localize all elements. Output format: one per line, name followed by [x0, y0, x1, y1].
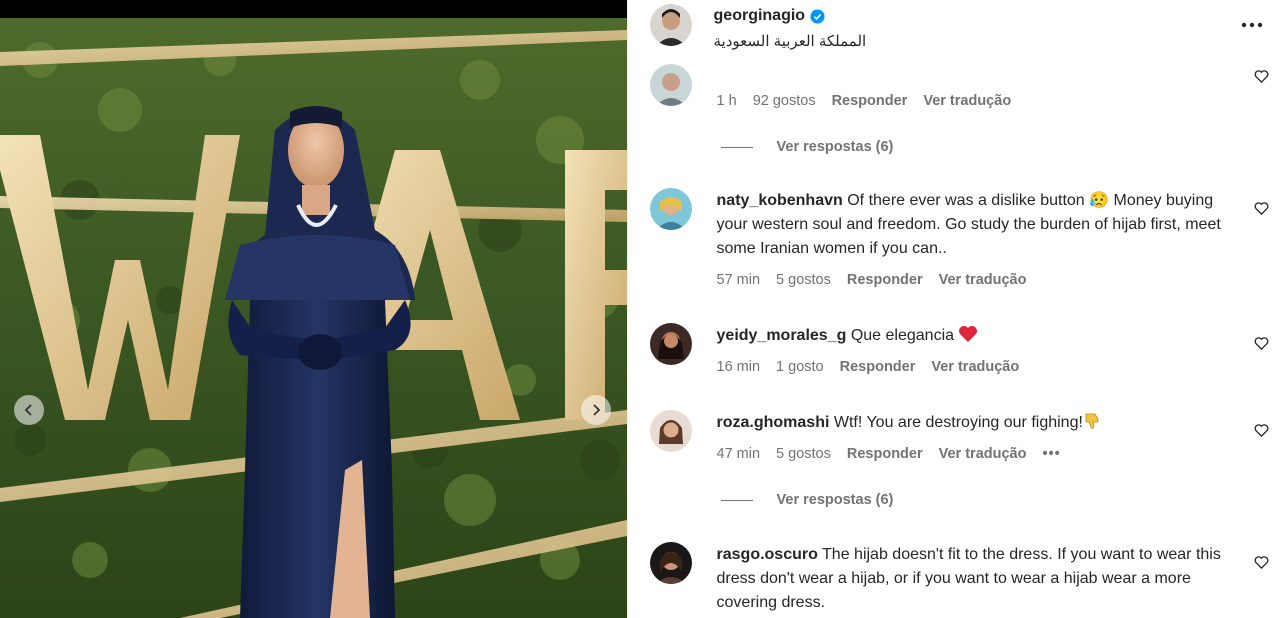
view-replies-label: Ver respostas (6)	[776, 139, 894, 155]
view-replies-button[interactable]: Ver respostas (6)	[720, 492, 894, 508]
previous-photo-button[interactable]	[14, 395, 44, 425]
replies-divider	[720, 499, 753, 501]
comment-likes[interactable]: 5 gostos	[776, 272, 831, 288]
comment-time[interactable]: 16 min	[717, 359, 761, 375]
commenter-avatar[interactable]	[649, 64, 692, 106]
comment-body: rasgo.oscuro The hijab doesn't fit to th…	[717, 543, 1237, 615]
like-heart-icon[interactable]	[1254, 201, 1269, 216]
view-replies-button[interactable]: Ver respostas (6)	[720, 139, 894, 155]
verified-badge-icon	[810, 8, 825, 24]
commenter-avatar[interactable]	[649, 323, 692, 365]
comments-panel: georginagio المملكة العربية السعودية ـ ـ…	[626, 0, 1280, 618]
comment-text: ـ ـ ـ ـ ـ ـ ـ ـ ـ ـ ـ ـ ـ ـ	[716, 67, 840, 76]
commenter-avatar[interactable]	[649, 188, 692, 230]
commenter-username[interactable]: rasgo.oscuro	[717, 546, 818, 563]
comment-meta: 16 min 1 gosto Responder Ver tradução	[717, 359, 1036, 375]
more-options-icon[interactable]	[1238, 16, 1266, 34]
comment-meta: 57 min 5 gostos Responder Ver tradução	[717, 272, 1043, 288]
like-heart-icon[interactable]	[1254, 336, 1269, 351]
comment-meta: 1 h 92 gostos Responder Ver tradução	[717, 93, 1028, 109]
reply-button[interactable]: Responder	[847, 446, 923, 462]
next-photo-button[interactable]	[581, 395, 611, 425]
comment-meta: 47 min 5 gostos Responder Ver tradução •…	[717, 446, 1077, 462]
comment-time[interactable]: 57 min	[717, 272, 761, 288]
comment-body: yeidy_morales_g Que elegancia	[717, 324, 1237, 348]
commenter-username[interactable]: yeidy_morales_g	[717, 327, 847, 344]
commenter-avatar[interactable]	[649, 410, 692, 452]
commenter-avatar[interactable]	[649, 542, 692, 584]
thumbs-down-emoji-icon	[1085, 413, 1099, 429]
red-heart-emoji-icon	[959, 326, 978, 342]
post-image	[0, 0, 627, 618]
translate-button[interactable]: Ver tradução	[931, 359, 1019, 375]
translate-button[interactable]: Ver tradução	[939, 446, 1027, 462]
replies-divider	[720, 146, 753, 148]
chevron-left-icon	[24, 404, 32, 416]
author-username[interactable]: georginagio	[714, 7, 806, 25]
comment-body: naty_kobenhavn Of there ever was a disli…	[717, 189, 1237, 261]
view-replies-label: Ver respostas (6)	[776, 492, 894, 508]
reply-button[interactable]: Responder	[840, 359, 916, 375]
post-header: georginagio المملكة العربية السعودية	[628, 0, 1280, 64]
comment-text: Que elegancia	[850, 327, 955, 344]
comments-list[interactable]: ـ ـ ـ ـ ـ ـ ـ ـ ـ ـ ـ ـ ـ ـ 1 h 92 gosto…	[628, 64, 1280, 618]
comment-text: Wtf! You are destroying our fighing!	[833, 414, 1083, 431]
translate-button[interactable]: Ver tradução	[939, 272, 1027, 288]
post-photo[interactable]	[0, 0, 627, 618]
comment-time[interactable]: 47 min	[717, 446, 761, 462]
instagram-post-view: georginagio المملكة العربية السعودية ـ ـ…	[0, 0, 1280, 618]
comment-likes[interactable]: 1 gosto	[776, 359, 824, 375]
author-avatar[interactable]	[649, 4, 692, 46]
comment-likes[interactable]: 5 gostos	[776, 446, 831, 462]
author-username-row[interactable]: georginagio	[714, 7, 826, 25]
like-heart-icon[interactable]	[1254, 423, 1269, 438]
reply-button[interactable]: Responder	[832, 93, 908, 109]
reply-button[interactable]: Responder	[847, 272, 923, 288]
comment-likes[interactable]: 92 gostos	[753, 93, 816, 109]
comment-time[interactable]: 1 h	[717, 93, 737, 109]
comment-body: roza.ghomashi Wtf! You are destroying ou…	[717, 411, 1237, 435]
comment-more-button[interactable]: •••	[1042, 446, 1060, 462]
chevron-right-icon	[593, 404, 601, 416]
commenter-username[interactable]: roza.ghomashi	[717, 414, 830, 431]
like-heart-icon[interactable]	[1254, 555, 1269, 570]
commenter-username[interactable]: naty_kobenhavn	[717, 192, 843, 209]
like-heart-icon[interactable]	[1254, 69, 1269, 84]
translate-button[interactable]: Ver tradução	[923, 93, 1011, 109]
post-location[interactable]: المملكة العربية السعودية	[714, 32, 867, 50]
